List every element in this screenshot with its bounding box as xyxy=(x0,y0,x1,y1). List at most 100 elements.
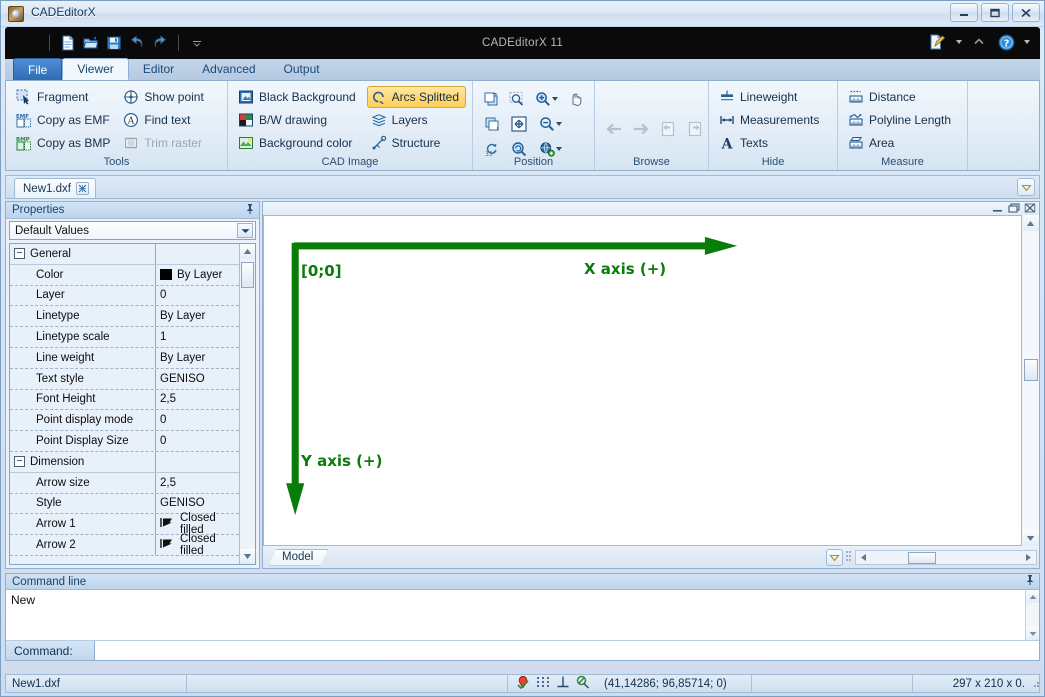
grid-snap-icon[interactable] xyxy=(536,675,550,692)
property-value-cell[interactable]: 0 xyxy=(156,410,239,430)
scroll-up-button[interactable] xyxy=(1026,590,1039,603)
property-row-style[interactable]: Style GENISO xyxy=(10,494,239,515)
close-button[interactable] xyxy=(1012,3,1040,22)
chevron-down-icon[interactable] xyxy=(556,147,562,151)
collapse-icon[interactable]: − xyxy=(14,456,25,467)
ortho-icon[interactable] xyxy=(556,675,570,692)
canvas-horizontal-scrollbar[interactable] xyxy=(855,550,1037,565)
tab-output[interactable]: Output xyxy=(270,58,334,80)
scroll-up-button[interactable] xyxy=(1023,215,1039,231)
chevron-down-icon[interactable] xyxy=(556,122,562,126)
save-diskette-icon[interactable] xyxy=(104,33,124,53)
document-tab-new1-dxf[interactable]: New1.dxf xyxy=(14,178,96,198)
canvas-layout-dropdown-button[interactable] xyxy=(826,549,843,566)
page-back-button[interactable] xyxy=(655,117,681,141)
property-row-linetype[interactable]: Linetype By Layer xyxy=(10,306,239,327)
pan-button[interactable] xyxy=(563,87,588,111)
property-value-cell[interactable]: Closed filled xyxy=(156,514,239,534)
send-backward-button[interactable] xyxy=(479,112,505,136)
redo-arrow-icon[interactable] xyxy=(150,33,170,53)
browse-forward-button[interactable] xyxy=(628,117,654,141)
scroll-down-button[interactable] xyxy=(1023,530,1039,546)
chevron-down-icon[interactable] xyxy=(552,97,558,101)
property-row-text-style[interactable]: Text style GENISO xyxy=(10,369,239,390)
property-value-cell[interactable]: Closed filled xyxy=(156,535,239,555)
cad-canvas[interactable]: [0;0] X axis (+) Y axis (+) xyxy=(263,215,1022,546)
tab-advanced[interactable]: Advanced xyxy=(188,58,269,80)
ribbon-button-lineweight[interactable]: Lineweight xyxy=(715,86,831,108)
property-value-cell[interactable]: 0 xyxy=(156,286,239,306)
pin-icon[interactable] xyxy=(1024,574,1036,589)
ribbon-button-area[interactable]: Area xyxy=(844,132,961,154)
scroll-thumb[interactable] xyxy=(908,552,936,564)
pencil-document-icon[interactable] xyxy=(928,32,948,52)
property-row-arrow-1[interactable]: Arrow 1 Closed filled xyxy=(10,514,239,535)
ribbon-button-trim-raster[interactable]: Trim raster xyxy=(119,132,221,154)
document-tabs-overflow-button[interactable] xyxy=(1017,178,1035,196)
property-row-arrow-2[interactable]: Arrow 2 Closed filled xyxy=(10,535,239,556)
tab-file[interactable]: File xyxy=(13,58,62,80)
zoom-extents-button[interactable] xyxy=(506,112,532,136)
ribbon-button-structure[interactable]: Structure xyxy=(367,132,466,154)
ribbon-button-arcs-splitted[interactable]: Arcs Splitted xyxy=(367,86,466,108)
tab-viewer[interactable]: Viewer xyxy=(62,58,128,80)
maximize-button[interactable] xyxy=(981,3,1009,22)
property-value-cell[interactable]: By Layer xyxy=(156,265,239,285)
minimize-button[interactable] xyxy=(950,3,978,22)
collapse-icon[interactable]: − xyxy=(14,248,25,259)
command-input[interactable] xyxy=(94,641,1039,660)
property-row-font-height[interactable]: Font Height 2,5 xyxy=(10,390,239,411)
zoom-window-button[interactable] xyxy=(505,87,530,111)
osnap-icon[interactable] xyxy=(516,675,530,692)
help-question-icon[interactable]: ? xyxy=(996,32,1016,52)
chevron-up-icon[interactable] xyxy=(969,32,989,52)
undo-arrow-icon[interactable] xyxy=(127,33,147,53)
ribbon-button-find-text[interactable]: A Find text xyxy=(119,109,221,131)
ribbon-button-measurements[interactable]: Measurements xyxy=(715,109,831,131)
ribbon-button-distance[interactable]: Distance xyxy=(844,86,961,108)
scroll-down-button[interactable] xyxy=(240,549,255,564)
property-value-cell[interactable]: GENISO xyxy=(156,494,239,514)
property-row-point-display-mode[interactable]: Point display mode 0 xyxy=(10,410,239,431)
zoom-in-button[interactable] xyxy=(530,87,562,111)
property-group-row[interactable]: − Dimension xyxy=(10,452,239,473)
properties-selector[interactable]: Default Values xyxy=(9,221,256,240)
property-value-cell[interactable]: 0 xyxy=(156,431,239,451)
property-row-color[interactable]: Color By Layer xyxy=(10,265,239,286)
otrack-icon[interactable] xyxy=(576,675,590,692)
pin-icon[interactable] xyxy=(244,203,256,218)
scroll-thumb[interactable] xyxy=(241,262,254,288)
ribbon-button-bw-drawing[interactable]: B/W drawing xyxy=(234,109,365,131)
property-group-row[interactable]: − General xyxy=(10,244,239,265)
model-tab[interactable]: Model xyxy=(269,549,328,566)
property-row-point-display-size[interactable]: Point Display Size 0 xyxy=(10,431,239,452)
command-log-scrollbar[interactable] xyxy=(1025,590,1039,640)
property-value-cell[interactable]: GENISO xyxy=(156,369,239,389)
browse-back-button[interactable] xyxy=(601,117,627,141)
property-value-cell[interactable]: By Layer xyxy=(156,348,239,368)
scroll-thumb[interactable] xyxy=(1024,359,1038,381)
scroll-up-button[interactable] xyxy=(240,244,255,259)
ribbon-button-polyline-length[interactable]: Polyline Length xyxy=(844,109,961,131)
property-row-arrow-size[interactable]: Arrow size 2,5 xyxy=(10,473,239,494)
properties-scrollbar[interactable] xyxy=(239,244,255,564)
ribbon-button-black-background[interactable]: Black Background xyxy=(234,86,365,108)
scroll-left-button[interactable] xyxy=(856,551,871,564)
page-forward-button[interactable] xyxy=(682,117,708,141)
ribbon-button-layers[interactable]: Layers xyxy=(367,109,466,131)
chevron-down-icon[interactable] xyxy=(237,223,253,238)
ribbon-button-fragment[interactable]: Fragment xyxy=(12,86,117,108)
ribbon-button-texts[interactable]: A Texts xyxy=(715,132,831,154)
property-value-cell[interactable]: 2,5 xyxy=(156,473,239,493)
property-row-linetype-scale[interactable]: Linetype scale 1 xyxy=(10,327,239,348)
help-dropdown-caret-icon[interactable] xyxy=(1024,40,1030,44)
property-row-line-weight[interactable]: Line weight By Layer xyxy=(10,348,239,369)
scroll-track[interactable] xyxy=(1023,231,1039,530)
open-folder-icon[interactable] xyxy=(81,33,101,53)
ribbon-button-show-point[interactable]: Show point xyxy=(119,86,221,108)
tab-editor[interactable]: Editor xyxy=(129,58,188,80)
ribbon-button-copy-as-bmp[interactable]: BMP Copy as BMP xyxy=(12,132,117,154)
canvas-close-button[interactable] xyxy=(1024,202,1036,216)
command-log[interactable]: New xyxy=(6,590,1039,640)
canvas-vertical-scrollbar[interactable] xyxy=(1022,215,1039,546)
